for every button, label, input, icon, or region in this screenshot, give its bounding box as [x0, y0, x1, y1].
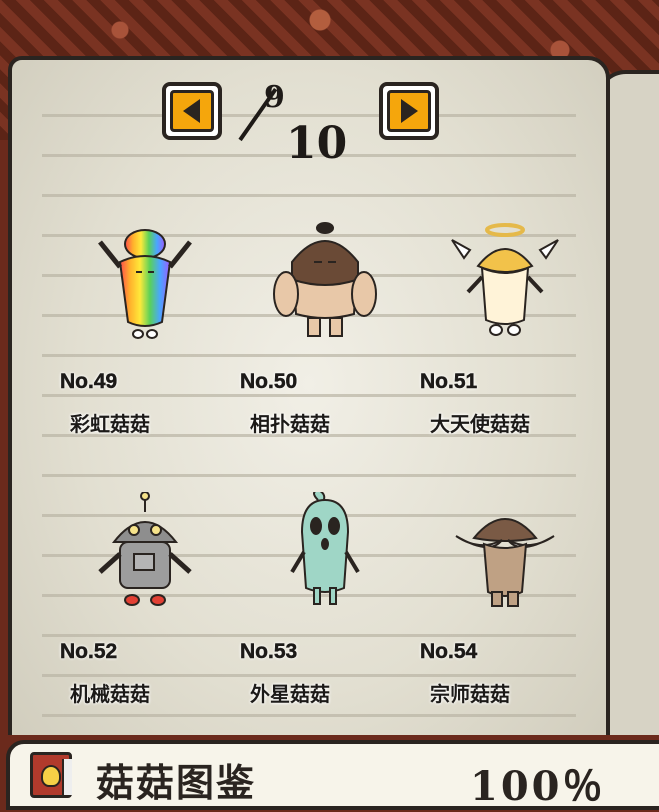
next-arrow-icon: [387, 90, 431, 132]
collection-item-50[interactable]: No.50 相扑菇菇: [240, 222, 420, 452]
item-name: 彩虹菇菇: [70, 414, 150, 436]
prev-page-button[interactable]: [162, 82, 222, 140]
item-number: No.53: [240, 640, 298, 664]
master-mushroom-icon: [455, 518, 555, 607]
item-name: 机械菇菇: [70, 684, 150, 706]
item-number: No.52: [60, 640, 118, 664]
lightbulb-icon: [41, 765, 61, 787]
item-name: 相扑菇菇: [250, 414, 330, 436]
rainbow-mushroom-icon: [98, 229, 192, 339]
sumo-mushroom-icon: [273, 222, 377, 337]
book-pages: [62, 759, 72, 795]
item-number: No.50: [240, 370, 298, 394]
item-number: No.49: [60, 370, 118, 394]
collection-item-49[interactable]: No.49 彩虹菇菇: [60, 222, 240, 452]
collection-item-52[interactable]: No.52 机械菇菇: [60, 492, 240, 722]
page-indicator: 9 10: [238, 80, 360, 170]
completion-percent: 100％: [470, 763, 606, 810]
collection-item-54[interactable]: No.54 宗师菇菇: [420, 492, 600, 722]
angel-mushroom-icon: [451, 223, 559, 336]
prev-arrow-icon: [170, 90, 214, 132]
item-name: 宗师菇菇: [430, 684, 510, 706]
footer-title: 菇菇图鉴: [96, 763, 257, 805]
item-number: No.51: [420, 370, 478, 394]
robot-mushroom-icon: [98, 492, 192, 606]
collection-item-53[interactable]: No.53 外星菇菇: [240, 492, 420, 722]
collection-item-51[interactable]: No.51 大天使菇菇: [420, 222, 600, 452]
item-name: 大天使菇菇: [430, 414, 530, 436]
alien-mushroom-icon: [290, 492, 360, 605]
item-number: No.54: [420, 640, 478, 664]
encyclopedia-book-icon: [30, 752, 72, 798]
next-page-button[interactable]: [379, 82, 439, 140]
total-pages: 10: [286, 118, 348, 169]
item-name: 外星菇菇: [250, 684, 330, 706]
